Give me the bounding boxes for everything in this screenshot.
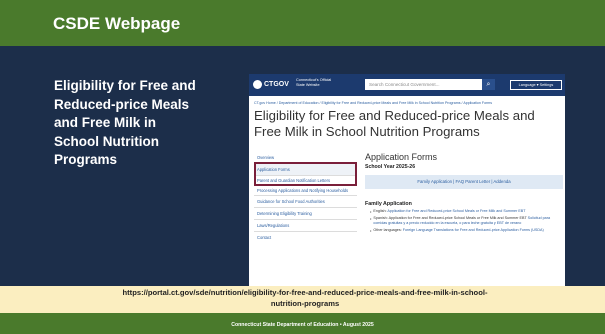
page-url[interactable]: https://portal.ct.gov/sde/nutrition/elig… [120,288,490,309]
quick-links-bar[interactable]: Family Application | FAQ Parent Letter |… [365,175,563,189]
page-title: Eligibility for Free and Reduced-price M… [254,108,535,139]
search-input[interactable]: Search Connecticut Government... [365,79,482,90]
sidebar-item-guidance[interactable]: Guidance for School Food Authorities [254,195,357,207]
footer-text: Connecticut State Department of Educatio… [231,322,374,328]
highlight-box [254,162,357,186]
breadcrumb[interactable]: CT.gov Home / Department of Education / … [254,101,492,105]
slide-subtitle: Eligibility for Free and Reduced-price M… [54,78,196,168]
family-application-list: • English: Application for Free and Redu… [370,209,563,235]
ct-seal-icon [253,80,262,89]
list-item-prefix: Spanish: Application for Free and Reduce… [373,216,528,220]
list-item: • Other languages: Foreign Language Tran… [370,228,563,233]
english-application-link[interactable]: Application for Free and Reduced-price S… [387,209,525,213]
school-year: School Year 2025-26 [365,164,416,170]
list-item: • Spanish: Application for Free and Redu… [370,216,563,226]
section-title: Application Forms [365,152,438,162]
sidebar-item-processing-applications[interactable]: Processing Applications and Notifying Ho… [254,185,357,195]
official-site-label: Connecticut's Official State Website [296,78,332,87]
search-button[interactable]: ⌕ [482,79,495,90]
bullet-icon: • [370,209,372,214]
slide: CSDE Webpage Eligibility for Free and Re… [0,0,605,334]
list-item: • English: Application for Free and Redu… [370,209,563,214]
sidebar-item-training[interactable]: Determining Eligibility Training [254,207,357,219]
slide-title: CSDE Webpage [53,14,181,33]
search-icon: ⌕ [486,81,491,88]
sidebar-item-laws[interactable]: Laws/Regulations [254,219,357,231]
ctgov-logo-text: CTGOV [264,81,289,88]
list-item-prefix: Other languages: [373,228,403,232]
bullet-icon: • [370,228,372,233]
sidebar-item-contact[interactable]: Contact [254,231,357,243]
language-settings-button[interactable]: Language ▾ Settings [510,80,562,90]
webpage-screenshot: CTGOV Connecticut's Official State Websi… [249,74,565,286]
bullet-icon: • [370,216,372,221]
family-application-heading: Family Application [365,201,412,207]
translations-link[interactable]: Foreign Language Translations for Free a… [403,228,544,232]
list-item-prefix: English: [373,209,388,213]
ctgov-logo[interactable]: CTGOV [253,80,289,89]
